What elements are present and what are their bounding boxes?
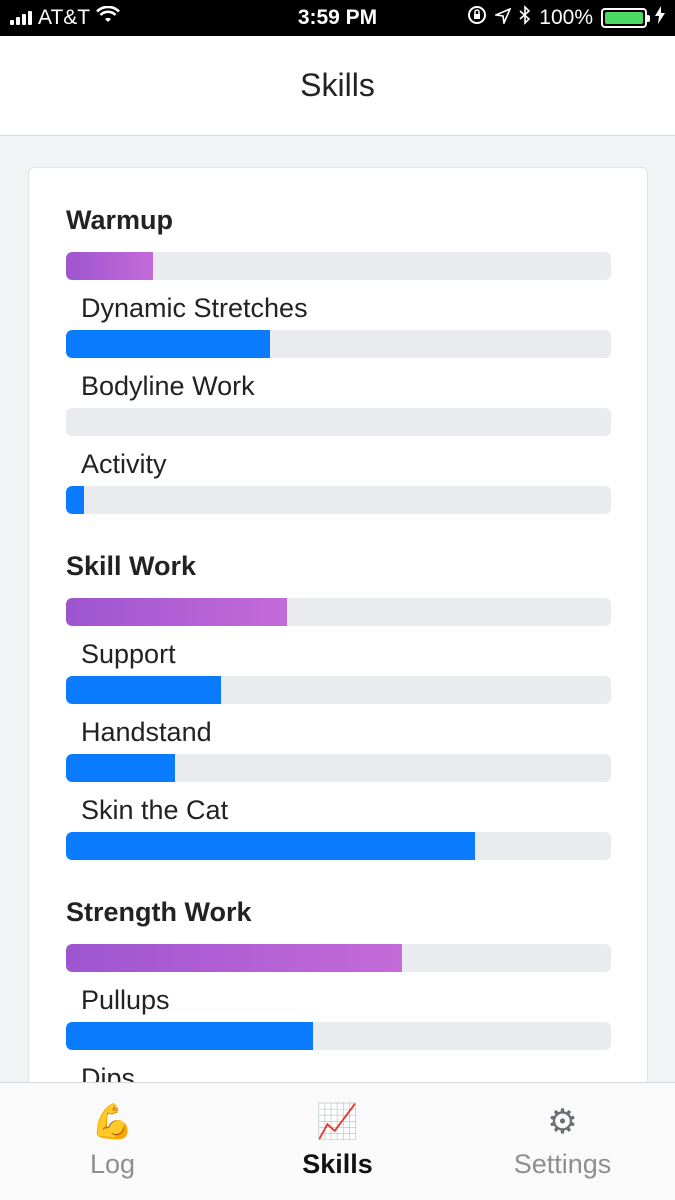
- skill-progress-bar: [66, 832, 611, 860]
- skill-progress-fill: [66, 330, 271, 358]
- battery-icon: [601, 8, 650, 28]
- section-title: Strength Work: [66, 897, 252, 927]
- skill-item[interactable]: Dips: [66, 1056, 610, 1082]
- carrier-label: AT&T: [38, 6, 91, 29]
- skill-item[interactable]: Dynamic Stretches: [66, 286, 611, 358]
- tab-bar: 💪 Log 📈 Skills ⚙ Settings: [0, 1082, 675, 1200]
- gear-icon: ⚙: [547, 1103, 578, 1141]
- skill-item[interactable]: Pullups: [66, 978, 611, 1050]
- section-progress-bar: [66, 944, 611, 972]
- skill-progress-fill: [66, 1022, 313, 1050]
- tab-label: Settings: [513, 1149, 612, 1179]
- tab-settings[interactable]: ⚙ Settings: [450, 1083, 675, 1200]
- section-progress-bar: [66, 252, 611, 280]
- skill-section: Warmup Dynamic Stretches Bodyline Work Acti…: [66, 204, 611, 514]
- status-left: AT&T: [10, 0, 121, 36]
- signal-strength-icon: [10, 11, 32, 25]
- skill-progress-bar: [66, 1022, 611, 1050]
- skill-item[interactable]: Skin the Cat: [66, 788, 611, 860]
- skill-item-label: Support: [81, 639, 176, 669]
- skill-item[interactable]: Activity: [66, 442, 611, 514]
- skill-item[interactable]: Handstand: [66, 710, 611, 782]
- skill-item-label: Handstand: [81, 717, 212, 747]
- skill-item-label: Bodyline Work: [81, 371, 255, 401]
- section-title: Skill Work: [66, 551, 197, 581]
- section-progress-bar: [66, 598, 611, 626]
- tab-label: Skills: [302, 1149, 373, 1179]
- skill-item[interactable]: Support: [66, 632, 611, 704]
- skill-progress-fill: [66, 486, 84, 514]
- skills-card: Warmup Dynamic Stretches Bodyline Work Acti…: [28, 167, 648, 1082]
- navigation-bar: Skills: [0, 36, 675, 136]
- skills-content[interactable]: Warmup Dynamic Stretches Bodyline Work Acti…: [0, 137, 675, 1082]
- location-icon: [493, 6, 512, 30]
- orientation-lock-icon: [467, 5, 487, 31]
- skill-item-label: Pullups: [81, 985, 170, 1015]
- battery-percent: 100%: [539, 6, 593, 29]
- skill-section: Strength Work Pullups Dips: [66, 896, 611, 1082]
- tab-skills[interactable]: 📈 Skills: [225, 1083, 450, 1200]
- skill-progress-bar: [66, 676, 611, 704]
- skill-progress-bar: [66, 486, 611, 514]
- skill-item-label: Activity: [81, 449, 167, 479]
- skill-progress-bar: [66, 330, 611, 358]
- status-bar: AT&T 3:59 PM 100%: [0, 0, 675, 36]
- section-progress-fill: [66, 598, 287, 626]
- skill-item-label: Dips: [81, 1063, 136, 1082]
- section-progress-fill: [66, 252, 154, 280]
- skill-item-label: Skin the Cat: [81, 795, 229, 825]
- flexed-biceps-icon: 💪: [91, 1103, 134, 1141]
- chart-increasing-icon: 📈: [316, 1103, 359, 1141]
- tab-label: Log: [89, 1149, 136, 1179]
- skill-progress-fill: [66, 832, 475, 860]
- skill-progress-bar: [66, 408, 611, 436]
- skill-item-label: Dynamic Stretches: [81, 293, 308, 323]
- charging-icon: [655, 6, 665, 30]
- page-title: Skills: [300, 67, 375, 103]
- skill-progress-fill: [66, 676, 222, 704]
- bluetooth-icon: [519, 5, 531, 31]
- tab-log[interactable]: 💪 Log: [0, 1083, 225, 1200]
- skill-item[interactable]: Bodyline Work: [66, 364, 611, 436]
- section-title: Warmup: [66, 205, 173, 235]
- section-progress-fill: [66, 944, 403, 972]
- skill-progress-bar: [66, 754, 611, 782]
- skill-section: Skill Work Support Handstand Skin the Cat: [66, 550, 611, 860]
- wifi-icon: [96, 5, 121, 30]
- skill-progress-fill: [66, 754, 175, 782]
- app-screen: AT&T 3:59 PM 100% Skills Warmup Dynamic …: [0, 0, 675, 1200]
- status-right: 100%: [467, 0, 665, 36]
